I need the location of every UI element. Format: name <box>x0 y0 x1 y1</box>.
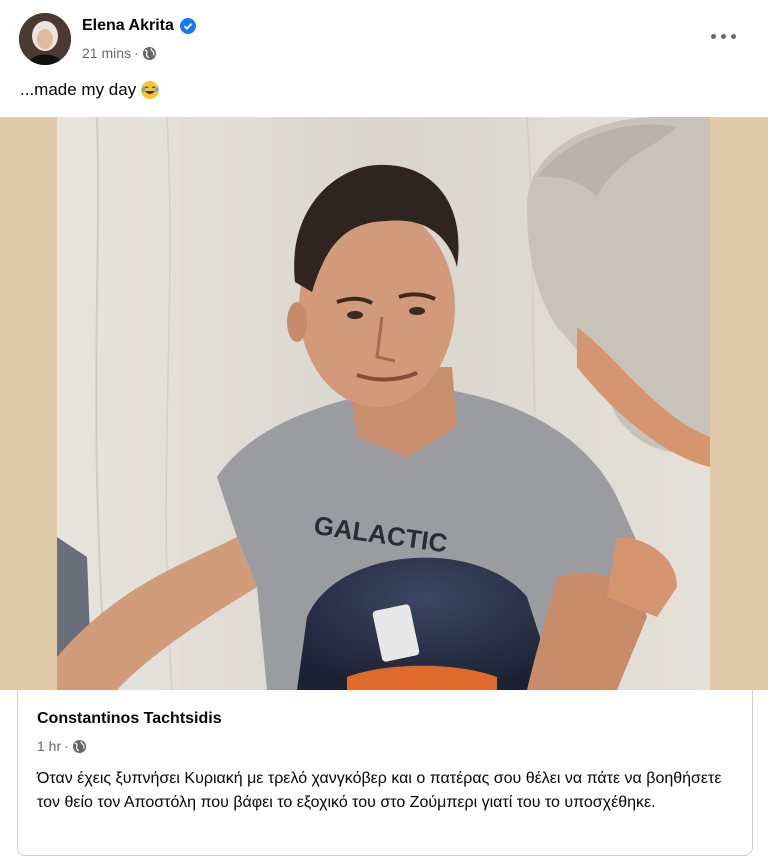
globe-icon[interactable] <box>72 739 87 754</box>
shared-post-meta: 1 hr · <box>37 738 87 754</box>
facebook-post: Elena Akrita 21 mins · ...made my day GA… <box>0 0 768 858</box>
shared-post-text: Όταν έχεις ξυπνήσει Κυριακή με τρελό χαν… <box>37 770 722 811</box>
meta-separator: · <box>64 738 69 754</box>
post-photo[interactable]: GALACTIC <box>57 117 710 690</box>
post-timestamp[interactable]: 21 mins <box>82 45 131 61</box>
author-avatar[interactable] <box>19 13 71 65</box>
shared-post-card[interactable]: Constantinos Tachtsidis 1 hr · Όταν έχει… <box>17 690 753 856</box>
meta-separator: · <box>134 45 139 61</box>
post-author[interactable]: Elena Akrita <box>82 17 196 35</box>
post-caption: ...made my day <box>20 80 160 100</box>
post-author-name[interactable]: Elena Akrita <box>82 17 174 35</box>
globe-icon[interactable] <box>142 46 157 61</box>
more-options-icon <box>711 34 716 39</box>
shared-post-timestamp[interactable]: 1 hr <box>37 738 61 754</box>
post-caption-text: ...made my day <box>20 80 137 99</box>
more-options-icon-dot <box>721 34 726 39</box>
verified-badge-icon <box>179 18 196 34</box>
shared-post-author[interactable]: Constantinos Tachtsidis <box>37 710 222 728</box>
post-meta: 21 mins · <box>82 45 157 61</box>
avatar-image <box>19 13 71 65</box>
photo-container[interactable]: GALACTIC <box>0 117 768 690</box>
more-options-button[interactable] <box>711 26 737 46</box>
photo-illustration: GALACTIC <box>57 117 710 690</box>
more-options-icon-dot <box>731 34 736 39</box>
laughing-tears-emoji <box>141 81 160 99</box>
